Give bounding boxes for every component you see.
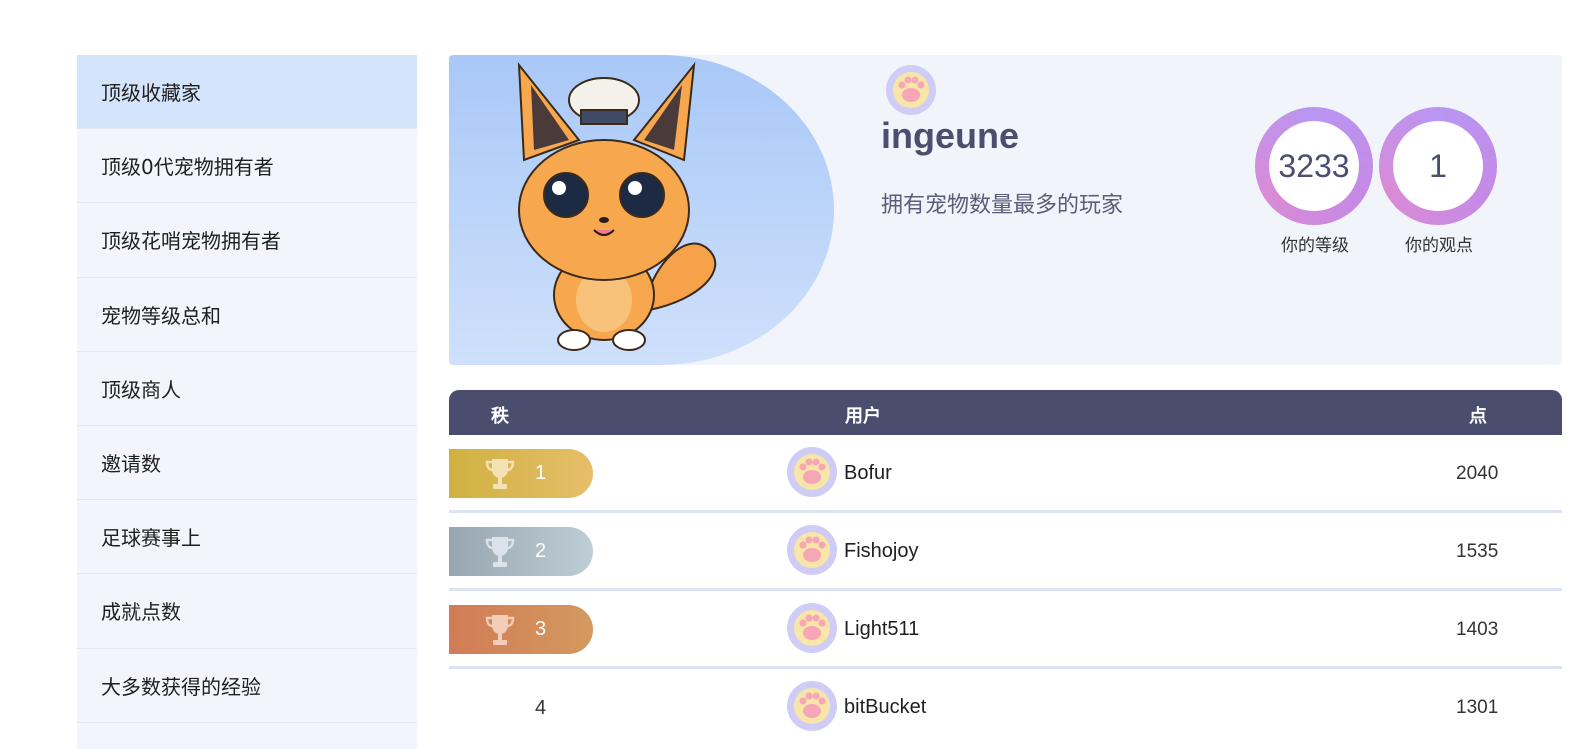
user-points: 1535 bbox=[1456, 541, 1499, 562]
sidebar-item-top-collector[interactable]: 顶级收藏家 bbox=[77, 55, 417, 130]
sidebar-item-invites[interactable]: 邀请数 bbox=[77, 426, 417, 501]
leader-username: ingeune bbox=[881, 115, 1020, 156]
points-ring: 1 bbox=[1379, 107, 1497, 225]
points-label: 你的观点 bbox=[1405, 236, 1473, 256]
header-user: 用户 bbox=[845, 406, 881, 427]
header-rank: 秩 bbox=[491, 406, 509, 427]
trophy-icon bbox=[485, 458, 515, 489]
rank-badge-gold: 1 bbox=[449, 449, 593, 498]
sidebar-item-pet-level-sum[interactable]: 宠物等级总和 bbox=[77, 278, 417, 352]
user-points: 2040 bbox=[1456, 463, 1499, 484]
header-points: 点 bbox=[1469, 406, 1487, 427]
sidebar-item-achievement-points[interactable]: 成就点数 bbox=[77, 574, 417, 649]
rank-number: 3 bbox=[535, 618, 547, 640]
leaderboard-category-sidebar: 顶级收藏家 顶级0代宠物拥有者 顶级花哨宠物拥有者 宠物等级总和 顶级商人 邀请… bbox=[77, 55, 417, 749]
stat-your-rank: 3233 你的等级 bbox=[1255, 107, 1375, 256]
user-name-link[interactable]: Light511 bbox=[844, 618, 919, 641]
leader-hero-card: ingeune 拥有宠物数量最多的玩家 3233 你的等级 1 你的观点 bbox=[449, 55, 1562, 365]
fox-chef-pet-illustration bbox=[517, 61, 717, 351]
user-name-link[interactable]: bitBucket bbox=[844, 696, 926, 719]
sidebar-item-fancy-owner[interactable]: 顶级花哨宠物拥有者 bbox=[77, 203, 417, 278]
paw-avatar-icon bbox=[787, 447, 837, 497]
paw-avatar-icon bbox=[787, 525, 837, 575]
trophy-icon bbox=[485, 614, 515, 645]
paw-avatar-icon bbox=[886, 65, 936, 115]
paw-avatar-icon bbox=[787, 603, 837, 653]
sidebar-item-football[interactable]: 足球赛事上 bbox=[77, 500, 417, 575]
sidebar-item-gen0-owner[interactable]: 顶级0代宠物拥有者 bbox=[77, 129, 417, 204]
rank-label: 你的等级 bbox=[1281, 236, 1349, 256]
rank-number: 2 bbox=[535, 540, 547, 562]
stat-your-points: 1 你的观点 bbox=[1379, 107, 1499, 256]
pet-illustration-panel bbox=[449, 55, 834, 365]
table-row[interactable]: 3 Light511 1403 bbox=[449, 591, 1562, 669]
trophy-icon bbox=[485, 536, 515, 567]
user-name-link[interactable]: Bofur bbox=[844, 462, 892, 485]
rank-number: 1 bbox=[535, 462, 547, 484]
user-points: 1301 bbox=[1456, 697, 1499, 718]
table-row[interactable]: 2 Fishojoy 1535 bbox=[449, 513, 1562, 591]
table-row[interactable]: 1 Bofur 2040 bbox=[449, 435, 1562, 513]
table-row[interactable]: 4 bitBucket 1301 bbox=[449, 669, 1562, 747]
rank-number: 4 bbox=[535, 697, 547, 719]
rank-value: 3233 bbox=[1269, 121, 1359, 211]
paw-avatar-icon bbox=[787, 681, 837, 731]
leader-description: 拥有宠物数量最多的玩家 bbox=[881, 193, 1124, 218]
table-header: 秩 用户 点 bbox=[449, 390, 1562, 435]
rank-badge-bronze: 3 bbox=[449, 605, 593, 654]
rank-badge-silver: 2 bbox=[449, 527, 593, 576]
user-points: 1403 bbox=[1456, 619, 1499, 640]
rank-ring: 3233 bbox=[1255, 107, 1373, 225]
sidebar-item-top-merchant[interactable]: 顶级商人 bbox=[77, 352, 417, 426]
points-value: 1 bbox=[1393, 121, 1483, 211]
sidebar-item-most-exp[interactable]: 大多数获得的经验 bbox=[77, 649, 417, 723]
leaderboard-table: 秩 用户 点 1 Bofur 2040 2 Fishojoy 1535 3 Li… bbox=[449, 390, 1562, 747]
user-name-link[interactable]: Fishojoy bbox=[844, 540, 918, 563]
